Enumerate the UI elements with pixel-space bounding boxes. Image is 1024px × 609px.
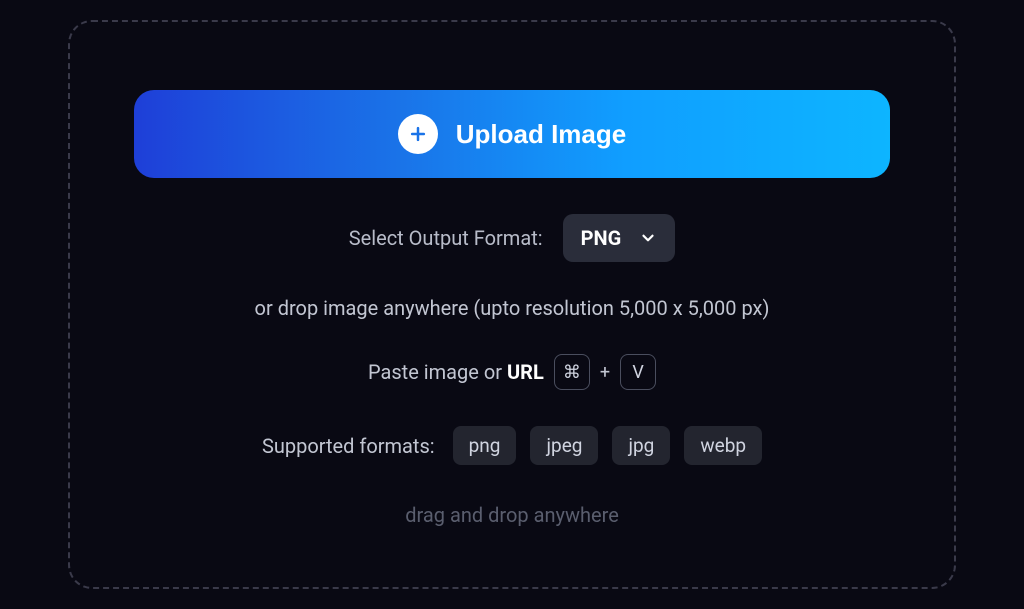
upload-button[interactable]: Upload Image	[134, 90, 890, 178]
format-badge: jpeg	[530, 426, 598, 465]
chevron-down-icon	[639, 229, 657, 247]
output-format-row: Select Output Format: PNG	[349, 214, 676, 262]
paste-prefix: Paste image or	[368, 360, 507, 384]
keyboard-key-separator: +	[600, 362, 610, 383]
output-format-select[interactable]: PNG	[563, 214, 676, 262]
output-format-value: PNG	[581, 226, 622, 250]
drag-drop-hint: drag and drop anywhere	[405, 503, 619, 527]
paste-hint-row: Paste image or URL ⌘ + V	[368, 354, 656, 390]
supported-formats-row: Supported formats: png jpeg jpg webp	[262, 426, 762, 465]
upload-button-label: Upload Image	[456, 119, 626, 150]
upload-dropzone[interactable]: Upload Image Select Output Format: PNG o…	[68, 20, 956, 589]
output-format-label: Select Output Format:	[349, 226, 543, 250]
supported-formats-label: Supported formats:	[262, 434, 435, 458]
paste-url-label: URL	[507, 360, 544, 384]
plus-icon	[398, 114, 438, 154]
format-badge: jpg	[612, 426, 670, 465]
drop-hint-text: or drop image anywhere (upto resolution …	[255, 296, 770, 320]
keyboard-key-letter: V	[620, 354, 656, 390]
format-badge: webp	[684, 426, 762, 465]
keyboard-key-modifier: ⌘	[554, 354, 590, 390]
format-badge: png	[453, 426, 517, 465]
